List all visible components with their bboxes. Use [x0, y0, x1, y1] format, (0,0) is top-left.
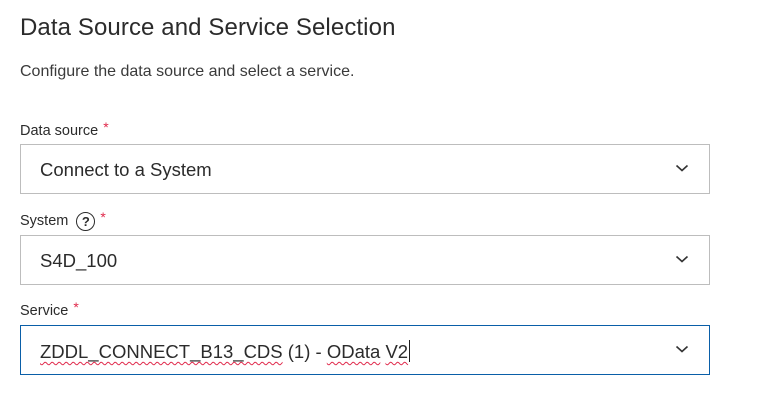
- system-label-text: System: [20, 213, 69, 229]
- data-source-dropdown[interactable]: Connect to a System: [20, 144, 710, 194]
- chevron-down-icon[interactable]: [675, 344, 689, 354]
- chevron-down-icon[interactable]: [675, 254, 689, 264]
- page-subtitle: Configure the data source and select a s…: [20, 63, 355, 80]
- text-cursor: [409, 340, 411, 362]
- service-value[interactable]: ZDDL_CONNECT_B13_CDS (1) - OData V2: [40, 340, 411, 363]
- required-marker: *: [100, 209, 106, 225]
- service-protocol-version-text: V2: [385, 341, 409, 362]
- service-version-text: (1) -: [282, 341, 327, 362]
- service-label: Service *: [20, 299, 79, 321]
- page-title: Data Source and Service Selection: [20, 14, 396, 41]
- service-dropdown[interactable]: ZDDL_CONNECT_B13_CDS (1) - OData V2: [20, 325, 710, 375]
- service-protocol-text: OData: [326, 341, 381, 362]
- chevron-down-icon[interactable]: [675, 163, 689, 173]
- system-value: S4D_100: [40, 250, 118, 271]
- data-source-label-text: Data source: [20, 123, 99, 139]
- data-source-value: Connect to a System: [40, 159, 212, 180]
- data-source-label: Data source *: [20, 119, 109, 141]
- required-marker: *: [73, 299, 79, 315]
- service-selection-page: Data Source and Service Selection Config…: [0, 0, 762, 402]
- service-label-text: Service: [20, 303, 69, 319]
- system-dropdown[interactable]: S4D_100: [20, 235, 710, 285]
- help-circle-icon[interactable]: ?: [76, 211, 96, 231]
- service-name-text: ZDDL_CONNECT_B13_CDS: [40, 341, 283, 362]
- required-marker: *: [103, 119, 109, 135]
- system-label: System ? *: [20, 209, 106, 231]
